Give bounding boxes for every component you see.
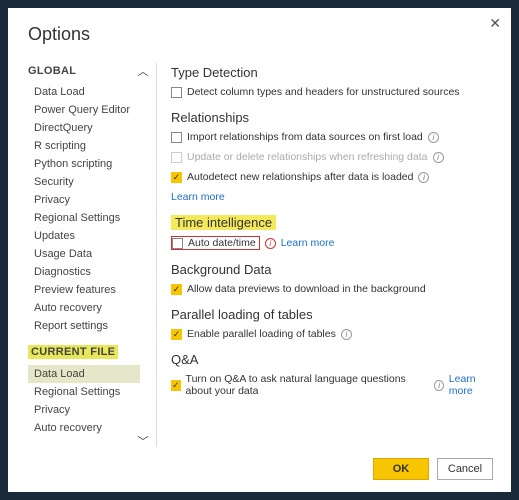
opt-qna[interactable]: ✓ Turn on Q&A to ask natural language qu… xyxy=(171,371,493,403)
learn-more-relationships[interactable]: Learn more xyxy=(171,189,493,209)
opt-label: Enable parallel loading of tables xyxy=(187,328,336,340)
opt-autodetect-relationships[interactable]: ✓ Autodetect new relationships after dat… xyxy=(171,169,493,189)
section-type-detection: Type Detection xyxy=(171,65,493,80)
ok-button[interactable]: OK xyxy=(373,458,429,480)
sidebar-item-regional-settings[interactable]: Regional Settings xyxy=(28,209,140,227)
section-background-data: Background Data xyxy=(171,262,493,277)
sidebar-head-global: GLOBAL xyxy=(28,65,140,77)
checkbox-checked-icon[interactable]: ✓ xyxy=(171,172,182,183)
checkbox-checked-icon[interactable]: ✓ xyxy=(171,284,182,295)
checkbox-icon[interactable] xyxy=(171,87,182,98)
opt-label: Allow data previews to download in the b… xyxy=(187,283,426,295)
chevron-down-icon[interactable]: ﹀ xyxy=(136,433,150,447)
checkbox-checked-icon[interactable]: ✓ xyxy=(171,329,182,340)
sidebar-item-report-settings[interactable]: Report settings xyxy=(28,317,140,335)
section-time-intelligence: Time intelligence xyxy=(171,215,276,230)
learn-more-link[interactable]: Learn more xyxy=(171,191,225,203)
info-icon: i xyxy=(433,152,444,163)
checkbox-checked-icon[interactable]: ✓ xyxy=(171,380,181,391)
auto-date-time-highlight: Auto date/time xyxy=(171,236,260,250)
checkbox-icon xyxy=(171,152,182,163)
sidebar-item-directquery[interactable]: DirectQuery xyxy=(28,119,140,137)
opt-label: Update or delete relationships when refr… xyxy=(187,151,428,163)
sidebar-head-current-file: CURRENT FILE xyxy=(28,345,118,359)
close-icon[interactable]: ✕ xyxy=(489,16,501,30)
sidebar-item-diagnostics[interactable]: Diagnostics xyxy=(28,263,140,281)
cancel-button[interactable]: Cancel xyxy=(437,458,493,480)
info-icon[interactable]: i xyxy=(265,238,276,249)
vertical-divider xyxy=(156,63,157,447)
opt-label: Autodetect new relationships after data … xyxy=(187,171,413,183)
info-icon[interactable]: i xyxy=(428,132,439,143)
sidebar-item-r-scripting[interactable]: R scripting xyxy=(28,137,140,155)
section-relationships: Relationships xyxy=(171,110,493,125)
section-parallel-loading: Parallel loading of tables xyxy=(171,307,493,322)
chevron-up-icon[interactable]: ︿ xyxy=(136,63,150,77)
opt-label: Import relationships from data sources o… xyxy=(187,131,423,143)
sidebar-item-updates[interactable]: Updates xyxy=(28,227,140,245)
opt-import-relationships[interactable]: Import relationships from data sources o… xyxy=(171,129,493,149)
sidebar-item-data-load[interactable]: Data Load xyxy=(28,83,140,101)
sidebar-item-auto-recovery[interactable]: Auto recovery xyxy=(28,299,140,317)
opt-label: Detect column types and headers for unst… xyxy=(187,86,460,98)
checkbox-icon[interactable] xyxy=(172,238,183,249)
opt-detect-column-types[interactable]: Detect column types and headers for unst… xyxy=(171,84,493,104)
sidebar-item-cf-regional-settings[interactable]: Regional Settings xyxy=(28,383,140,401)
sidebar-item-security[interactable]: Security xyxy=(28,173,140,191)
sidebar-item-python-scripting[interactable]: Python scripting xyxy=(28,155,140,173)
dialog-footer: OK Cancel xyxy=(373,458,493,480)
opt-label: Turn on Q&A to ask natural language ques… xyxy=(186,373,430,397)
opt-label: Auto date/time xyxy=(188,237,256,249)
section-time-intelligence-wrap: Time intelligence xyxy=(171,213,493,234)
dialog-body: ︿ GLOBAL Data Load Power Query Editor Di… xyxy=(28,63,493,447)
learn-more-link[interactable]: Learn more xyxy=(281,237,335,249)
info-icon[interactable]: i xyxy=(341,329,352,340)
opt-update-relationships: Update or delete relationships when refr… xyxy=(171,149,493,169)
outer-frame: ✕ Options ︿ GLOBAL Data Load Power Query… xyxy=(0,0,519,500)
opt-auto-date-time-row[interactable]: Auto date/time i Learn more xyxy=(171,234,493,256)
sidebar-item-cf-auto-recovery[interactable]: Auto recovery xyxy=(28,419,140,437)
opt-parallel-loading[interactable]: ✓ Enable parallel loading of tables i xyxy=(171,326,493,346)
sidebar-scroll: GLOBAL Data Load Power Query Editor Dire… xyxy=(28,63,140,447)
checkbox-icon[interactable] xyxy=(171,132,182,143)
section-qna: Q&A xyxy=(171,352,493,367)
sidebar-item-power-query-editor[interactable]: Power Query Editor xyxy=(28,101,140,119)
opt-background-previews[interactable]: ✓ Allow data previews to download in the… xyxy=(171,281,493,301)
dialog-title: Options xyxy=(28,24,493,45)
sidebar-item-cf-privacy[interactable]: Privacy xyxy=(28,401,140,419)
learn-more-link[interactable]: Learn more xyxy=(449,373,493,397)
sidebar-item-preview-features[interactable]: Preview features xyxy=(28,281,140,299)
sidebar-item-privacy[interactable]: Privacy xyxy=(28,191,140,209)
options-dialog: ✕ Options ︿ GLOBAL Data Load Power Query… xyxy=(8,8,511,492)
info-icon[interactable]: i xyxy=(418,172,429,183)
content-pane: Type Detection Detect column types and h… xyxy=(171,63,493,447)
sidebar-item-usage-data[interactable]: Usage Data xyxy=(28,245,140,263)
sidebar-item-cf-data-load[interactable]: Data Load xyxy=(28,365,140,383)
sidebar: ︿ GLOBAL Data Load Power Query Editor Di… xyxy=(28,63,148,447)
info-icon[interactable]: i xyxy=(434,380,443,391)
